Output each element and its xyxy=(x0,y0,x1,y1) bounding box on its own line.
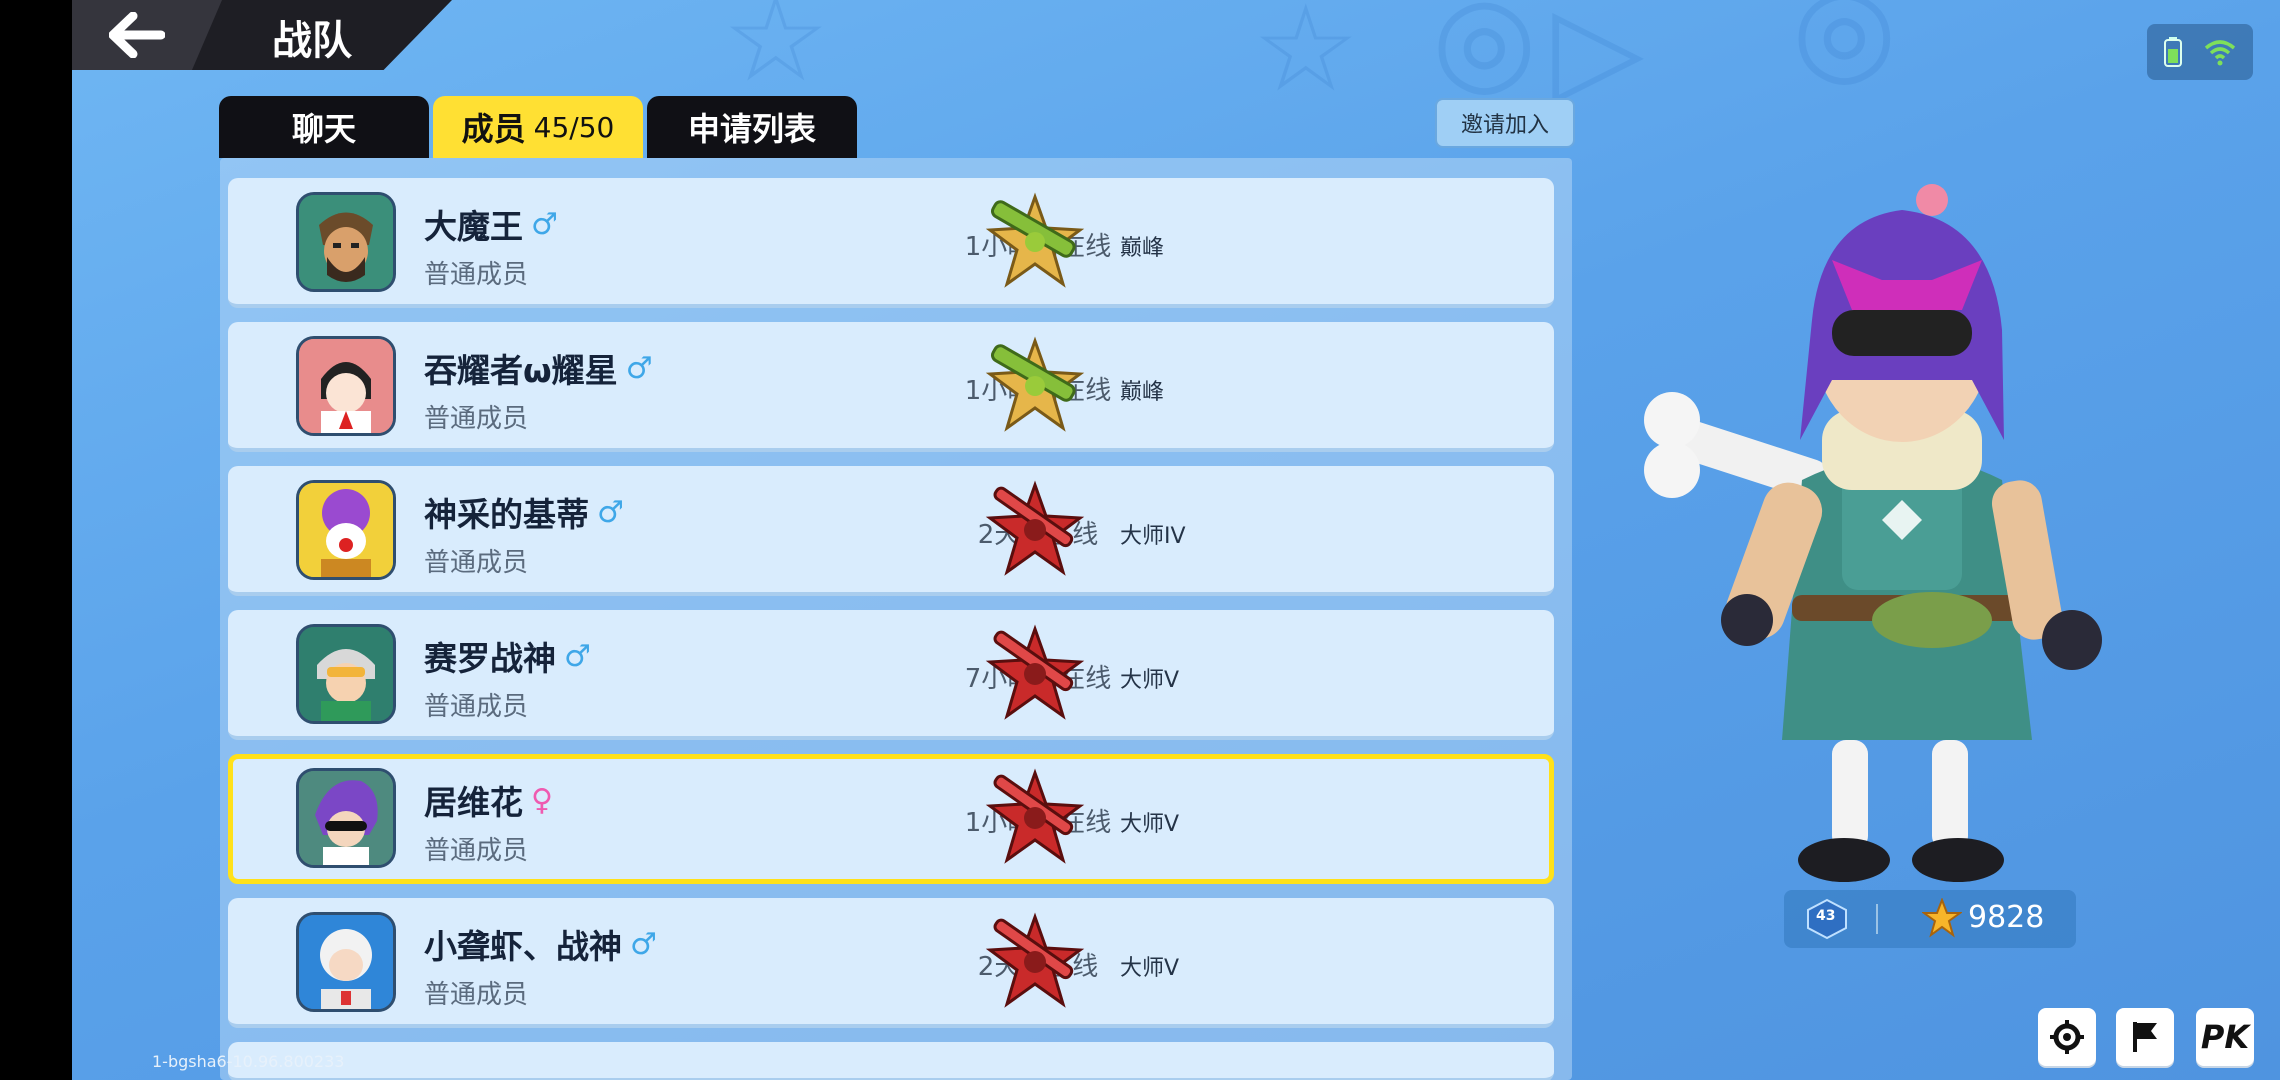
member-name: 小聋虾、战神 ♂ xyxy=(424,920,657,968)
member-name-text: 小聋虾、战神 xyxy=(424,927,622,966)
member-count: 45/50 xyxy=(533,110,615,144)
battery-icon xyxy=(2164,37,2182,67)
rank-label: 巅峰 xyxy=(1120,236,1165,261)
rank-label: 大师V xyxy=(1120,668,1180,693)
member-name-text: 赛罗战神 xyxy=(424,639,556,678)
member-name: 赛罗战神 ♂ xyxy=(424,632,591,680)
stats-divider xyxy=(1876,904,1878,934)
tab-members-label: 成员 xyxy=(461,110,526,148)
rank-peak-icon xyxy=(985,192,1085,288)
rank-master-icon xyxy=(985,768,1085,864)
bg-circle-shape: ◎ xyxy=(1432,0,1537,109)
member-role: 普通成员 xyxy=(424,404,529,434)
flag-icon xyxy=(2133,1022,2157,1052)
female-icon: ♀ xyxy=(531,782,553,818)
member-row[interactable]: 吞耀者ω耀星 ♂ 普通成员 1小时前在线 巅峰 xyxy=(228,322,1554,452)
member-name-text: 吞耀者ω耀星 xyxy=(424,351,618,390)
pk-button[interactable]: PK xyxy=(2196,1008,2254,1066)
member-role: 普通成员 xyxy=(424,980,529,1010)
player-character[interactable] xyxy=(1632,180,2172,900)
member-name: 大魔王 ♂ xyxy=(424,200,558,248)
member-name-text: 神采的基蒂 xyxy=(424,495,589,534)
tab-members[interactable]: 成员 45/50 xyxy=(433,96,643,158)
rank-master-icon xyxy=(985,480,1085,576)
back-arrow-icon xyxy=(109,12,165,58)
tab-applications[interactable]: 申请列表 xyxy=(647,96,857,158)
rank-master-icon xyxy=(985,912,1085,1008)
member-row[interactable]: 神采的基蒂 ♂ 普通成员 2天前在线 大师IV xyxy=(228,466,1554,596)
member-name-text: 大魔王 xyxy=(424,207,523,246)
rank-label: 大师IV xyxy=(1120,524,1186,549)
male-icon: ♂ xyxy=(630,926,657,962)
rank-peak-icon xyxy=(985,336,1085,432)
trophy-count: 9828 xyxy=(1968,900,2045,935)
bg-star-shape: ☆ xyxy=(722,0,830,109)
rank-master-icon xyxy=(985,624,1085,720)
avatar xyxy=(296,912,396,1012)
game-screen: ☆ ☆ ◎ ▷ ◎ 战队 聊天 成员 45/50 申请列表 邀请加入 大魔王 ♂… xyxy=(72,0,2280,1080)
player-level: 43 xyxy=(1816,908,1836,924)
male-icon: ♂ xyxy=(531,206,558,242)
member-name: 神采的基蒂 ♂ xyxy=(424,488,624,536)
male-icon: ♂ xyxy=(625,350,653,386)
rank-label: 大师V xyxy=(1120,956,1180,981)
bg-star-shape: ☆ xyxy=(1252,0,1360,119)
rank-label: 大师V xyxy=(1120,812,1180,837)
invite-button[interactable]: 邀请加入 xyxy=(1435,98,1575,148)
page-title: 战队 xyxy=(272,18,352,64)
member-row-partial[interactable] xyxy=(228,1042,1554,1080)
male-icon: ♂ xyxy=(597,494,624,530)
avatar xyxy=(296,192,396,292)
tab-chat[interactable]: 聊天 xyxy=(219,96,429,158)
member-role: 普通成员 xyxy=(424,548,529,578)
pk-label: PK xyxy=(2200,1018,2250,1056)
member-name: 居维花 ♀ xyxy=(424,776,553,824)
member-row[interactable]: 大魔王 ♂ 普通成员 1小时前在线 巅峰 xyxy=(228,178,1554,308)
avatar xyxy=(296,768,396,868)
member-role: 普通成员 xyxy=(424,260,529,290)
avatar xyxy=(296,480,396,580)
member-name: 吞耀者ω耀星 ♂ xyxy=(424,344,653,392)
member-role: 普通成员 xyxy=(424,836,529,866)
member-row[interactable]: 赛罗战神 ♂ 普通成员 7小时前在线 大师V xyxy=(228,610,1554,740)
avatar xyxy=(296,624,396,724)
settings-button[interactable] xyxy=(2038,1008,2096,1066)
player-stats: 43 9828 xyxy=(1784,890,2076,948)
rank-label: 巅峰 xyxy=(1120,380,1165,405)
member-role: 普通成员 xyxy=(424,692,529,722)
tab-applications-label: 申请列表 xyxy=(687,110,816,148)
version-text: 1-bgsha6-10.96.800233 xyxy=(152,1052,345,1071)
bg-circle-shape: ◎ xyxy=(1792,0,1897,99)
tab-chat-label: 聊天 xyxy=(291,110,356,148)
flag-button[interactable] xyxy=(2116,1008,2174,1066)
member-row-self[interactable]: 居维花 ♀ 普通成员 1小时前在线 大师V xyxy=(228,754,1554,884)
device-status xyxy=(2147,24,2253,80)
trophy-star-icon xyxy=(1922,898,1962,938)
gear-icon xyxy=(2050,1020,2084,1054)
male-icon: ♂ xyxy=(564,638,591,674)
avatar xyxy=(296,336,396,436)
member-list[interactable]: 大魔王 ♂ 普通成员 1小时前在线 巅峰 xyxy=(220,158,1572,1080)
member-name-text: 居维花 xyxy=(424,783,523,822)
member-row[interactable]: 小聋虾、战神 ♂ 普通成员 2天前在线 大师V xyxy=(228,898,1554,1028)
tab-bar: 聊天 成员 45/50 申请列表 xyxy=(219,96,857,158)
wifi-icon xyxy=(2204,40,2236,66)
